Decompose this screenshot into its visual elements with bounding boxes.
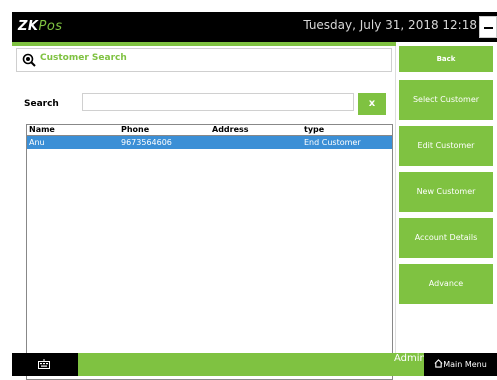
app-window: ZKPos Tuesday, July 31, 2018 12:18 Custo…	[12, 12, 497, 380]
search-icon	[22, 53, 36, 67]
cell-type: End Customer	[304, 138, 361, 147]
new-customer-button[interactable]: New Customer	[399, 172, 493, 212]
column-header-phone[interactable]: Phone	[121, 125, 149, 134]
search-input[interactable]	[82, 93, 354, 111]
customer-table: Name Phone Address type Anu 9673564606 E…	[26, 124, 393, 380]
search-label: Search	[24, 99, 59, 109]
column-header-name[interactable]: Name	[29, 125, 55, 134]
keyboard-icon	[38, 359, 50, 369]
main-menu-button[interactable]: Main Menu	[424, 353, 497, 376]
table-row[interactable]: Anu 9673564606 End Customer	[27, 136, 392, 149]
home-icon	[434, 359, 443, 368]
main-menu-label: Main Menu	[443, 360, 487, 369]
top-bar: ZKPos Tuesday, July 31, 2018 12:18	[12, 12, 497, 42]
customer-search-panel: Customer Search Search x Name Phone Addr…	[12, 46, 396, 380]
bottom-bar: Admin Main Menu	[12, 353, 497, 376]
app-logo: ZKPos	[18, 19, 63, 34]
clear-search-button[interactable]: x	[358, 93, 386, 115]
datetime-display: Tuesday, July 31, 2018 12:18	[303, 18, 477, 32]
page-title: Customer Search	[40, 53, 127, 63]
current-user-label: Admin	[394, 353, 426, 364]
column-header-type[interactable]: type	[304, 125, 324, 134]
search-header: Customer Search	[16, 48, 392, 72]
select-customer-button[interactable]: Select Customer	[399, 80, 493, 120]
edit-customer-button[interactable]: Edit Customer	[399, 126, 493, 166]
keyboard-button[interactable]	[12, 353, 78, 376]
back-button[interactable]: Back	[399, 46, 493, 72]
column-header-address[interactable]: Address	[212, 125, 249, 134]
account-details-button[interactable]: Account Details	[399, 218, 493, 258]
minimize-button[interactable]	[479, 16, 497, 38]
table-header: Name Phone Address type	[27, 125, 392, 136]
minimize-icon	[484, 27, 493, 29]
advance-button[interactable]: Advance	[399, 264, 493, 304]
cell-phone: 9673564606	[121, 138, 172, 147]
cell-name: Anu	[29, 138, 45, 147]
